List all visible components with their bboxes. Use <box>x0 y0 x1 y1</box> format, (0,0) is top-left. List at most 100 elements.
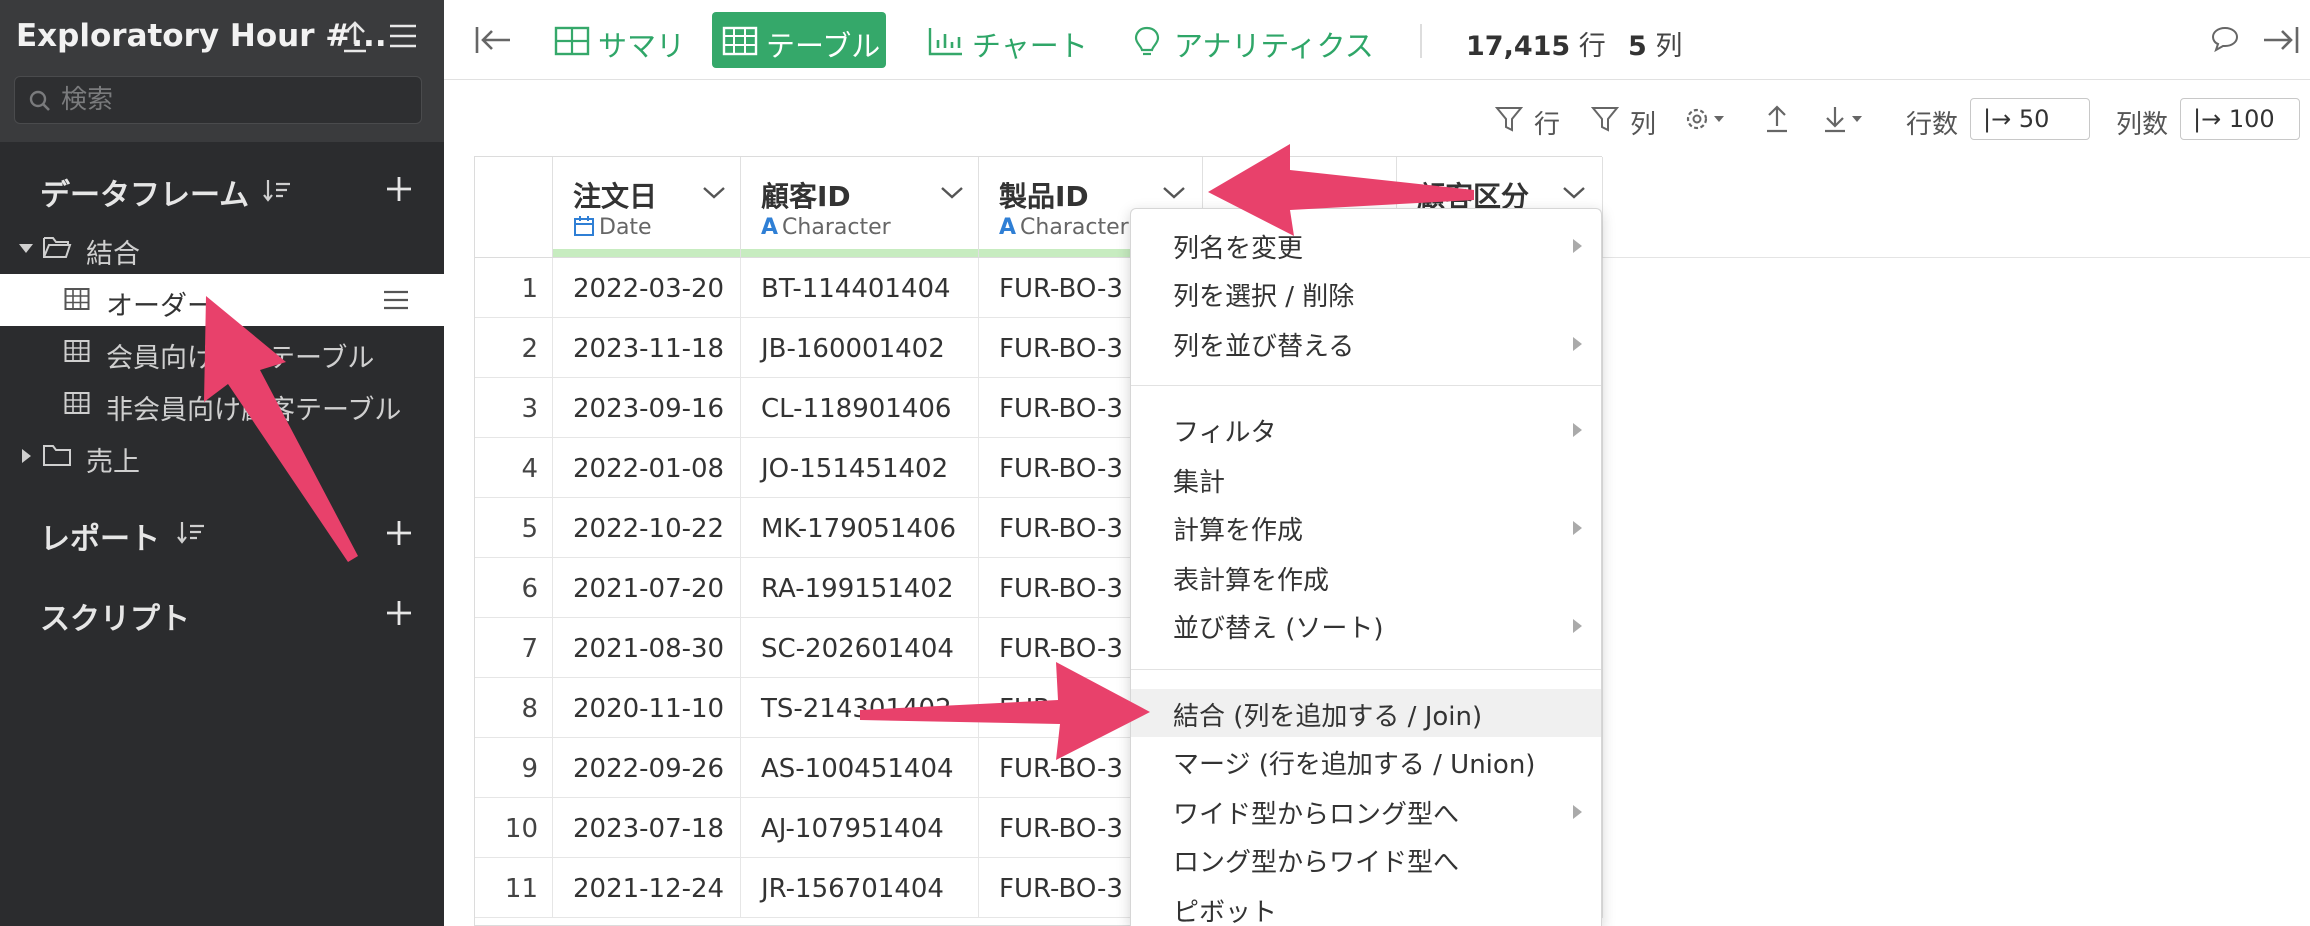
cell-customer-id[interactable]: AJ-107951404 <box>741 798 979 858</box>
column-type: A Character <box>761 215 891 240</box>
cell-customer-id[interactable]: AS-100451404 <box>741 738 979 798</box>
tree-item-order[interactable]: オーダー <box>0 274 444 326</box>
row-number: 6 <box>475 558 553 618</box>
cell-order-date[interactable]: 2023-09-16 <box>553 378 741 438</box>
menu-item-rename[interactable]: 列名を変更 <box>1131 221 1601 269</box>
menu-label: ピボット <box>1173 898 1278 926</box>
chevron-down-icon[interactable] <box>939 183 965 201</box>
cell-customer-id[interactable]: SC-202601404 <box>741 618 979 678</box>
tab-summary[interactable]: サマリ <box>544 12 685 68</box>
row-number: 4 <box>475 438 553 498</box>
menu-label: 計算を作成 <box>1173 516 1304 546</box>
caret-down-icon[interactable] <box>18 240 34 256</box>
upload-icon[interactable] <box>340 20 370 54</box>
cell-customer-id[interactable]: RA-199151402 <box>741 558 979 618</box>
download-icon[interactable] <box>1822 104 1872 134</box>
row-count: 17,415 行 <box>1466 24 1606 63</box>
add-report-icon[interactable] <box>382 516 416 550</box>
menu-separator <box>1131 385 1601 386</box>
menu-item-merge[interactable]: マージ (行を追加する / Union) <box>1131 737 1601 785</box>
filter-rows-label[interactable]: 行 <box>1534 104 1560 141</box>
project-title[interactable]: Exploratory Hour #... <box>16 18 387 54</box>
cell-order-date[interactable]: 2022-03-20 <box>553 258 741 318</box>
menu-item-sort[interactable]: 並び替え (ソート) <box>1131 601 1601 649</box>
column-quality-bar <box>553 249 740 257</box>
search-icon <box>29 90 50 111</box>
tree-item-member-table[interactable]: 会員向け顧客テーブル <box>0 326 444 378</box>
menu-item-aggregate[interactable]: 集計 <box>1131 455 1601 503</box>
row-number: 1 <box>475 258 553 318</box>
cell-order-date[interactable]: 2020-11-10 <box>553 678 741 738</box>
cell-order-date[interactable]: 2022-10-22 <box>553 498 741 558</box>
section-dataframes: データフレーム <box>40 178 250 213</box>
cell-order-date[interactable]: 2021-08-30 <box>553 618 741 678</box>
tree-item-nonmember-table[interactable]: 非会員向け顧客テーブル <box>0 378 444 430</box>
submenu-arrow-icon <box>1573 521 1582 535</box>
filter-cols-icon[interactable] <box>1590 104 1620 134</box>
sort-icon[interactable] <box>176 518 206 548</box>
upload-icon[interactable] <box>1762 104 1792 134</box>
cell-order-date[interactable]: 2021-12-24 <box>553 858 741 918</box>
row-number: 10 <box>475 798 553 858</box>
collapse-sidebar-icon[interactable] <box>474 24 514 56</box>
filter-cols-label[interactable]: 列 <box>1630 104 1656 141</box>
menu-label: ロング型からワイド型へ <box>1173 848 1460 878</box>
cell-customer-id[interactable]: MK-179051406 <box>741 498 979 558</box>
menu-item-create-table-calc[interactable]: 表計算を作成 <box>1131 553 1601 601</box>
cell-customer-id[interactable]: TS-214301402 <box>741 678 979 738</box>
menu-item-create-calc[interactable]: 計算を作成 <box>1131 503 1601 551</box>
rows-limit-label: 行数 <box>1906 110 1959 140</box>
chevron-down-icon[interactable] <box>1161 183 1187 201</box>
menu-item-wide-to-long[interactable]: ワイド型からロング型へ <box>1131 787 1601 835</box>
cell-order-date[interactable]: 2022-09-26 <box>553 738 741 798</box>
column-header-customer-id[interactable]: 顧客ID A Character <box>741 157 979 257</box>
filter-rows-icon[interactable] <box>1494 104 1524 134</box>
submenu-arrow-icon <box>1573 619 1582 633</box>
column-header-order-date[interactable]: 注文日 Date <box>553 157 741 257</box>
cols-limit-input[interactable]: |→ 100 <box>2180 98 2300 140</box>
cell-customer-id[interactable]: BT-114401404 <box>741 258 979 318</box>
hamburger-menu-icon[interactable] <box>388 22 418 50</box>
cell-order-date[interactable]: 2023-07-18 <box>553 798 741 858</box>
tab-chart[interactable]: チャート <box>918 12 1088 68</box>
menu-item-long-to-wide[interactable]: ロング型からワイド型へ <box>1131 835 1601 883</box>
tree-folder-join[interactable]: 結合 <box>0 222 444 274</box>
search-input[interactable] <box>61 85 401 115</box>
tree-label: 会員向け顧客テーブル <box>106 343 375 374</box>
hamburger-menu-icon[interactable] <box>382 288 410 312</box>
caret-right-icon[interactable] <box>18 448 34 464</box>
menu-item-filter[interactable]: フィルタ <box>1131 405 1601 453</box>
tab-analytics[interactable]: アナリティクス <box>1120 12 1374 68</box>
cell-order-date[interactable]: 2022-01-08 <box>553 438 741 498</box>
sort-icon[interactable] <box>262 176 292 206</box>
tree-label: オーダー <box>106 291 214 322</box>
cell-order-date[interactable]: 2023-11-18 <box>553 318 741 378</box>
chevron-down-icon[interactable] <box>1561 183 1587 201</box>
menu-label: マージ (行を追加する / Union) <box>1173 750 1536 780</box>
chevron-down-icon[interactable] <box>701 183 727 201</box>
search-box[interactable] <box>14 76 422 124</box>
add-dataframe-icon[interactable] <box>382 172 416 206</box>
cell-customer-id[interactable]: CL-118901406 <box>741 378 979 438</box>
menu-item-join[interactable]: 結合 (列を追加する / Join) <box>1131 689 1601 737</box>
tab-table[interactable]: テーブル <box>712 12 886 68</box>
tab-label: チャート <box>972 29 1088 63</box>
cell-customer-id[interactable]: JO-151451402 <box>741 438 979 498</box>
character-type-icon: A <box>999 215 1017 240</box>
settings-gear-icon[interactable] <box>1684 104 1734 134</box>
add-script-icon[interactable] <box>382 596 416 630</box>
tree-folder-sales[interactable]: 売上 <box>0 430 444 482</box>
cell-customer-id[interactable]: JR-156701404 <box>741 858 979 918</box>
cell-customer-id[interactable]: JB-160001402 <box>741 318 979 378</box>
column-type-label: Character <box>782 215 891 240</box>
tree-label: 売上 <box>86 447 140 478</box>
submenu-arrow-icon <box>1573 423 1582 437</box>
rows-limit-input[interactable]: |→ 50 <box>1970 98 2090 140</box>
collapse-right-panel-icon[interactable] <box>2260 24 2300 56</box>
menu-item-reorder[interactable]: 列を並び替える <box>1131 319 1601 367</box>
sidebar: Exploratory Hour #... データフレーム 結合 <box>0 0 444 926</box>
cell-order-date[interactable]: 2021-07-20 <box>553 558 741 618</box>
comment-icon[interactable] <box>2210 24 2240 54</box>
menu-item-select-delete[interactable]: 列を選択 / 削除 <box>1131 269 1601 317</box>
menu-item-pivot[interactable]: ピボット <box>1131 885 1601 926</box>
